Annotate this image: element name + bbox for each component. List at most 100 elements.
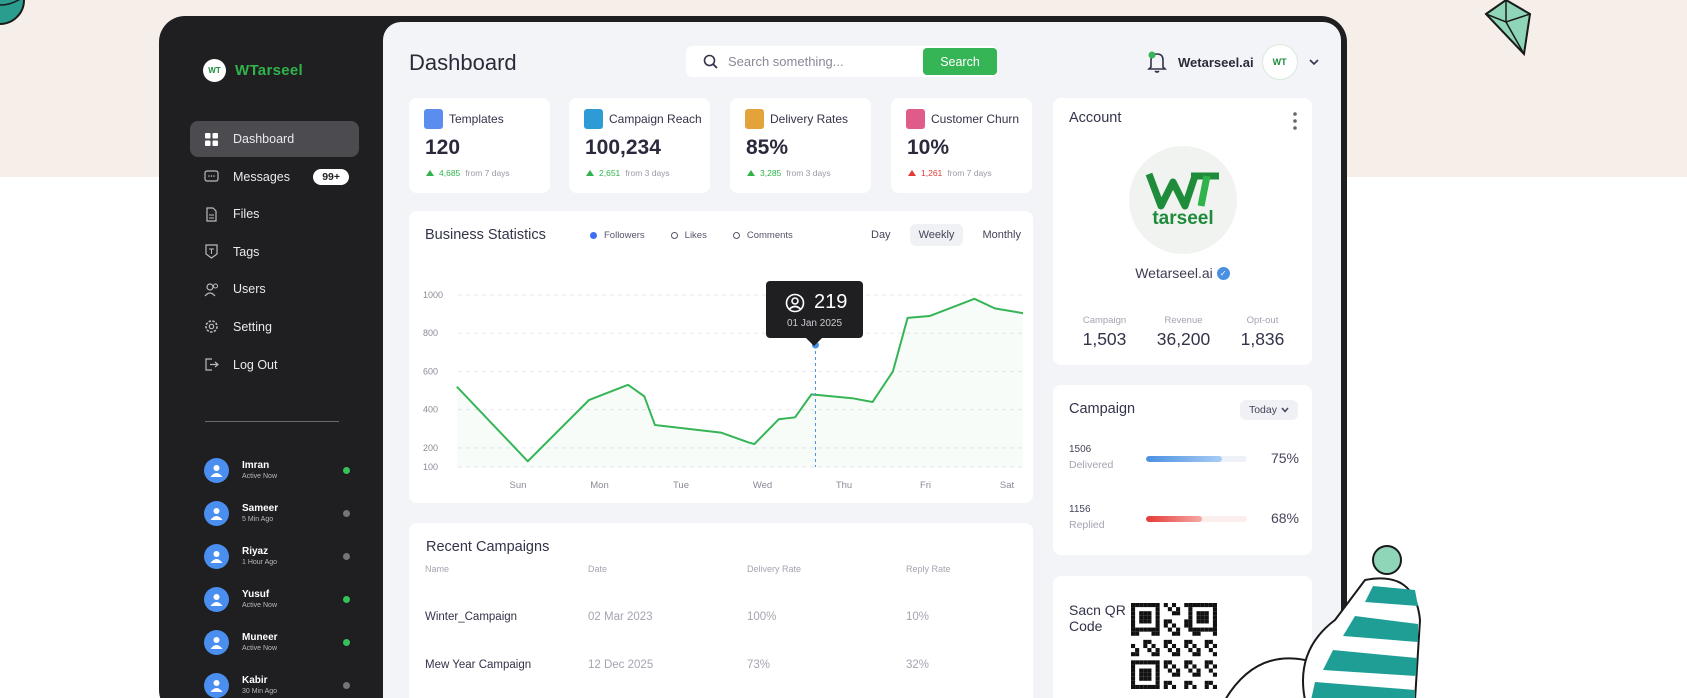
bell-icon[interactable] bbox=[1145, 49, 1169, 75]
qr-module bbox=[1131, 603, 1136, 608]
qr-module bbox=[1188, 648, 1193, 653]
table-row[interactable]: Winter_Campaign 02 Mar 2023 100% 10% bbox=[425, 611, 1025, 623]
file-icon bbox=[204, 207, 219, 222]
stat-card-templates[interactable]: Templates 120 4,685 from 7 days bbox=[409, 98, 550, 193]
series-area-followers bbox=[456, 298, 1023, 467]
qr-module bbox=[1131, 611, 1136, 616]
avatar bbox=[204, 630, 229, 655]
x-tick-label: Tue bbox=[673, 480, 689, 491]
user-status: Active Now bbox=[242, 473, 278, 480]
sidebar-item-files[interactable]: Files bbox=[190, 196, 359, 232]
qr-module bbox=[1196, 615, 1201, 620]
qr-module bbox=[1139, 627, 1144, 632]
stat-card-customer-churn[interactable]: Customer Churn 10% 1,261 from 7 days bbox=[891, 98, 1032, 193]
campaign-count: 1506 bbox=[1069, 444, 1092, 455]
delivery-rate: 73% bbox=[747, 659, 771, 671]
qr-module bbox=[1155, 676, 1160, 681]
search-input[interactable] bbox=[728, 54, 908, 69]
sidebar-item-tags[interactable]: Tags bbox=[190, 234, 359, 270]
qr-module bbox=[1139, 684, 1144, 689]
qr-module bbox=[1147, 660, 1152, 665]
user-item-riyaz[interactable]: Riyaz 1 Hour Ago bbox=[204, 535, 354, 578]
qr-module bbox=[1176, 648, 1181, 653]
tooltip-date: 01 Jan 2025 bbox=[786, 318, 843, 329]
campaign-percent: 75% bbox=[1270, 450, 1299, 466]
qr-module bbox=[1143, 603, 1148, 608]
stat-delta: 2,651 bbox=[599, 168, 621, 178]
qr-module bbox=[1196, 611, 1201, 616]
qr-module bbox=[1167, 680, 1172, 685]
qr-module bbox=[1131, 643, 1136, 649]
sidebar-item-messages[interactable]: Messages 99+ bbox=[190, 159, 359, 195]
search-button[interactable]: Search bbox=[923, 48, 997, 75]
sidebar-item-dashboard[interactable]: Dashboard bbox=[190, 121, 359, 157]
search-bar: Search bbox=[686, 46, 997, 77]
qr-module bbox=[1192, 631, 1197, 636]
qr-module bbox=[1147, 668, 1152, 673]
qr-module bbox=[1139, 660, 1144, 665]
y-tick-label: 1000 bbox=[423, 290, 443, 300]
qr-code-icon[interactable] bbox=[1131, 603, 1217, 689]
user-item-sameer[interactable]: Sameer 5 Min Ago bbox=[204, 492, 354, 535]
x-tick-label: Thu bbox=[836, 480, 852, 491]
qr-module bbox=[1163, 660, 1168, 665]
qr-module bbox=[1163, 643, 1168, 649]
period-monthly-button[interactable]: Monthly bbox=[973, 224, 1030, 246]
campaign-name: Winter_Campaign bbox=[425, 611, 518, 623]
chart-tooltip: 219 01 Jan 2025 bbox=[766, 281, 863, 346]
chevron-down-icon[interactable] bbox=[1308, 56, 1320, 68]
column-header: Name bbox=[425, 564, 450, 574]
account-stat-campaign: Campaign 1,503 bbox=[1065, 315, 1144, 350]
main-content: Dashboard Search Wetarseel.ai WT Templat… bbox=[383, 22, 1341, 698]
qr-module bbox=[1151, 684, 1156, 689]
user-item-kabir[interactable]: Kabir 30 Min Ago bbox=[204, 664, 354, 698]
org-avatar[interactable]: WT bbox=[1261, 44, 1298, 80]
qr-module bbox=[1155, 664, 1160, 669]
user-name: Riyaz bbox=[242, 546, 269, 557]
stat-period: from 7 days bbox=[947, 168, 992, 178]
sidebar-item-logout[interactable]: Log Out bbox=[190, 347, 359, 383]
qr-module bbox=[1204, 643, 1209, 649]
qr-module bbox=[1147, 611, 1152, 616]
qr-module bbox=[1131, 652, 1136, 657]
header-account: Wetarseel.ai WT bbox=[1145, 44, 1320, 80]
legend-item-likes[interactable]: Likes bbox=[670, 230, 707, 241]
stat-period: from 3 days bbox=[625, 168, 670, 178]
brand-logo[interactable]: WT WTarseel bbox=[203, 59, 303, 82]
megaphone-icon bbox=[584, 109, 603, 129]
legend-item-followers[interactable]: Followers bbox=[590, 230, 645, 241]
stat-value: 1,836 bbox=[1240, 329, 1285, 349]
card-title: Campaign bbox=[1069, 401, 1136, 417]
period-weekly-button[interactable]: Weekly bbox=[909, 224, 964, 246]
user-item-yusuf[interactable]: Yusuf Active Now bbox=[204, 578, 354, 621]
qr-module bbox=[1155, 611, 1160, 616]
qr-module bbox=[1176, 627, 1181, 632]
campaign-card: Campaign Today 1506 Delivered 75% 1156 R… bbox=[1053, 385, 1312, 555]
sidebar-item-setting[interactable]: Setting bbox=[190, 309, 359, 345]
chart-legend: Followers Likes Comments bbox=[590, 230, 793, 241]
user-status: 1 Hour Ago bbox=[242, 559, 278, 566]
campaign-period-dropdown[interactable]: Today bbox=[1239, 400, 1298, 420]
qr-module bbox=[1176, 652, 1181, 657]
recent-campaigns-table: Name Date Delivery Rate Reply Rate Winte… bbox=[425, 564, 1025, 671]
user-item-muneer[interactable]: Muneer Active Now bbox=[204, 621, 354, 664]
stat-card-delivery-rates[interactable]: Delivery Rates 85% 3,285 from 3 days bbox=[730, 98, 871, 193]
qr-module bbox=[1200, 627, 1205, 632]
qr-module bbox=[1192, 684, 1197, 689]
sidebar-item-label: Log Out bbox=[233, 357, 278, 372]
stat-value: 10% bbox=[907, 136, 950, 159]
legend-item-comments[interactable]: Comments bbox=[732, 230, 793, 241]
qr-module bbox=[1171, 623, 1177, 628]
period-day-button[interactable]: Day bbox=[862, 224, 900, 246]
qr-module bbox=[1196, 652, 1201, 657]
sidebar-item-users[interactable]: Users bbox=[190, 271, 359, 307]
qr-module bbox=[1196, 672, 1201, 677]
stat-card-campaign-reach[interactable]: Campaign Reach 100,234 2,651 from 3 days bbox=[569, 98, 710, 193]
table-row[interactable]: Mew Year Campaign 12 Dec 2025 73% 32% bbox=[425, 659, 1025, 671]
qr-module bbox=[1147, 639, 1152, 644]
sidebar-item-label: Files bbox=[233, 207, 260, 222]
stat-label: Campaign Reach bbox=[609, 112, 702, 126]
more-options-icon[interactable] bbox=[1293, 112, 1297, 130]
user-item-imran[interactable]: Imran Active Now bbox=[204, 449, 354, 492]
y-tick-label: 200 bbox=[423, 443, 438, 453]
